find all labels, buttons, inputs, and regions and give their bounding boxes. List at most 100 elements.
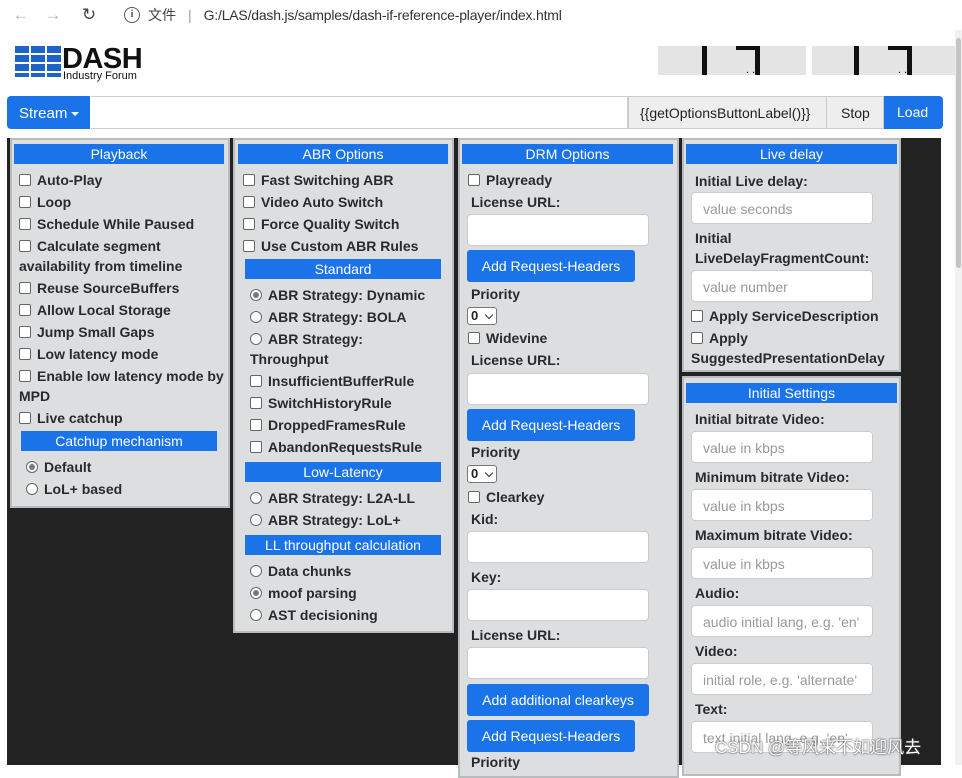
abr-l2all-radio[interactable]: ABR Strategy: L2A-LL xyxy=(250,488,415,508)
checkbox-icon[interactable] xyxy=(19,240,31,252)
options-button[interactable]: {{getOptionsButtonLabel()}} xyxy=(628,96,827,129)
checkbox-icon[interactable] xyxy=(243,240,255,252)
checkbox-icon[interactable] xyxy=(250,397,262,409)
initial-delay-input[interactable]: value seconds xyxy=(691,192,873,224)
radio-icon[interactable] xyxy=(250,333,262,345)
local-storage-checkbox[interactable]: Allow Local Storage xyxy=(19,300,171,320)
checkbox-icon[interactable] xyxy=(691,310,703,322)
info-icon[interactable]: i xyxy=(124,7,140,23)
loop-checkbox[interactable]: Loop xyxy=(19,192,71,212)
schedule-paused-checkbox[interactable]: Schedule While Paused xyxy=(19,214,194,234)
checkbox-icon[interactable] xyxy=(468,491,480,503)
abr-lolplus-radio[interactable]: ABR Strategy: LoL+ xyxy=(250,510,401,530)
abandon-requests-checkbox[interactable]: AbandonRequestsRule xyxy=(250,437,422,457)
checkbox-icon[interactable] xyxy=(19,348,31,360)
apply-suggested-delay-checkbox[interactable]: Apply SuggestedPresentationDelay xyxy=(691,328,899,368)
low-latency-checkbox[interactable]: Low latency mode xyxy=(19,344,158,364)
stream-url-input[interactable] xyxy=(91,96,628,129)
add-clearkeys-button[interactable]: Add additional clearkeys xyxy=(467,684,649,716)
checkbox-icon[interactable] xyxy=(19,304,31,316)
checkbox-icon[interactable] xyxy=(243,174,255,186)
autoplay-checkbox[interactable]: Auto-Play xyxy=(19,170,102,190)
abr-dynamic-radio[interactable]: ABR Strategy: Dynamic xyxy=(250,285,425,305)
abr-throughput-radio[interactable]: ABR Strategy: Throughput xyxy=(250,329,440,369)
custom-abr-checkbox[interactable]: Use Custom ABR Rules xyxy=(243,236,418,256)
catchup-lolplus-radio[interactable]: LoL+ based xyxy=(26,479,122,499)
add-request-headers-button[interactable]: Add Request-Headers xyxy=(467,409,635,441)
checkbox-icon[interactable] xyxy=(19,326,31,338)
min-bitrate-input[interactable]: value in kbps xyxy=(691,489,873,521)
max-bitrate-input[interactable]: value in kbps xyxy=(691,547,873,579)
insufficient-buffer-checkbox[interactable]: InsufficientBufferRule xyxy=(250,371,414,391)
live-catchup-checkbox[interactable]: Live catchup xyxy=(19,408,123,428)
initial-bitrate-input[interactable]: value in kbps xyxy=(691,431,873,463)
force-quality-checkbox[interactable]: Force Quality Switch xyxy=(243,214,399,234)
priority-select[interactable]: 0 xyxy=(467,465,497,483)
checkbox-icon[interactable] xyxy=(19,174,31,186)
ast-decisioning-radio[interactable]: AST decisioning xyxy=(250,605,378,625)
stream-dropdown-button[interactable]: Stream xyxy=(7,96,90,129)
key-label: Key: xyxy=(471,569,502,585)
fast-switching-checkbox[interactable]: Fast Switching ABR xyxy=(243,170,394,190)
checkbox-icon[interactable] xyxy=(468,174,480,186)
checkbox-icon[interactable] xyxy=(250,441,262,453)
radio-icon[interactable] xyxy=(250,311,262,323)
add-request-headers-button[interactable]: Add Request-Headers xyxy=(467,250,635,282)
license-url-input[interactable] xyxy=(467,373,649,405)
reload-icon[interactable]: ↻ xyxy=(78,5,100,25)
license-url-input[interactable] xyxy=(467,647,649,679)
checkbox-icon[interactable] xyxy=(19,218,31,230)
radio-icon[interactable] xyxy=(250,492,262,504)
playready-checkbox[interactable]: Playready xyxy=(468,170,552,190)
radio-icon[interactable] xyxy=(250,609,262,621)
video-role-input[interactable]: initial role, e.g. 'alternate' xyxy=(691,663,873,695)
dropped-frames-checkbox[interactable]: DroppedFramesRule xyxy=(250,415,406,435)
apply-service-description-checkbox[interactable]: Apply ServiceDescription xyxy=(691,306,879,326)
radio-icon[interactable] xyxy=(26,461,38,473)
checkbox-icon[interactable] xyxy=(468,332,480,344)
load-button[interactable]: Load xyxy=(884,96,943,129)
checkbox-icon[interactable] xyxy=(243,196,255,208)
checkbox-icon[interactable] xyxy=(19,196,31,208)
radio-icon[interactable] xyxy=(250,587,262,599)
radio-icon[interactable] xyxy=(250,289,262,301)
checkbox-icon[interactable] xyxy=(691,332,703,344)
priority-select[interactable]: 0 xyxy=(467,307,497,325)
checkbox-icon[interactable] xyxy=(19,370,31,382)
radio-icon[interactable] xyxy=(250,565,262,577)
video-auto-switch-checkbox[interactable]: Video Auto Switch xyxy=(243,192,383,212)
data-chunks-radio[interactable]: Data chunks xyxy=(250,561,351,581)
checkbox-icon[interactable] xyxy=(250,375,262,387)
abr-bola-radio[interactable]: ABR Strategy: BOLA xyxy=(250,307,406,327)
jump-gaps-checkbox[interactable]: Jump Small Gaps xyxy=(19,322,154,342)
stop-button[interactable]: Stop xyxy=(827,96,884,129)
scrollbar-thumb[interactable] xyxy=(956,38,961,268)
add-request-headers-button[interactable]: Add Request-Headers xyxy=(467,720,635,752)
back-arrow-icon[interactable]: ← xyxy=(10,5,32,25)
low-latency-mpd-checkbox[interactable]: Enable low latency mode by MPD xyxy=(19,366,225,406)
radio-icon[interactable] xyxy=(250,514,262,526)
checkbox-icon[interactable] xyxy=(19,412,31,424)
option-label: Live catchup xyxy=(37,410,123,426)
checkbox-icon[interactable] xyxy=(250,419,262,431)
calculate-availability-checkbox[interactable]: Calculate segment availability from time… xyxy=(19,236,219,276)
clearkey-checkbox[interactable]: Clearkey xyxy=(468,487,544,507)
initial-settings-title: Initial Settings xyxy=(686,383,897,403)
widevine-checkbox[interactable]: Widevine xyxy=(468,328,547,348)
moof-parsing-radio[interactable]: moof parsing xyxy=(250,583,357,603)
audio-lang-input[interactable]: audio initial lang, e.g. 'en' xyxy=(691,605,873,637)
radio-icon[interactable] xyxy=(26,483,38,495)
reuse-sourcebuffers-checkbox[interactable]: Reuse SourceBuffers xyxy=(19,278,179,298)
kid-input[interactable] xyxy=(467,531,649,563)
fragment-count-input[interactable]: value number xyxy=(691,270,873,302)
option-label: ABR Strategy: Dynamic xyxy=(268,287,426,303)
key-input[interactable] xyxy=(467,589,649,621)
license-url-input[interactable] xyxy=(467,214,649,246)
forward-arrow-icon[interactable]: → xyxy=(42,5,64,25)
checkbox-icon[interactable] xyxy=(19,282,31,294)
checkbox-icon[interactable] xyxy=(243,218,255,230)
switch-history-checkbox[interactable]: SwitchHistoryRule xyxy=(250,393,392,413)
url-text[interactable]: G:/LAS/dash.js/samples/dash-if-reference… xyxy=(204,7,562,23)
catchup-default-radio[interactable]: Default xyxy=(26,457,91,477)
page-scrollbar[interactable] xyxy=(955,30,962,765)
